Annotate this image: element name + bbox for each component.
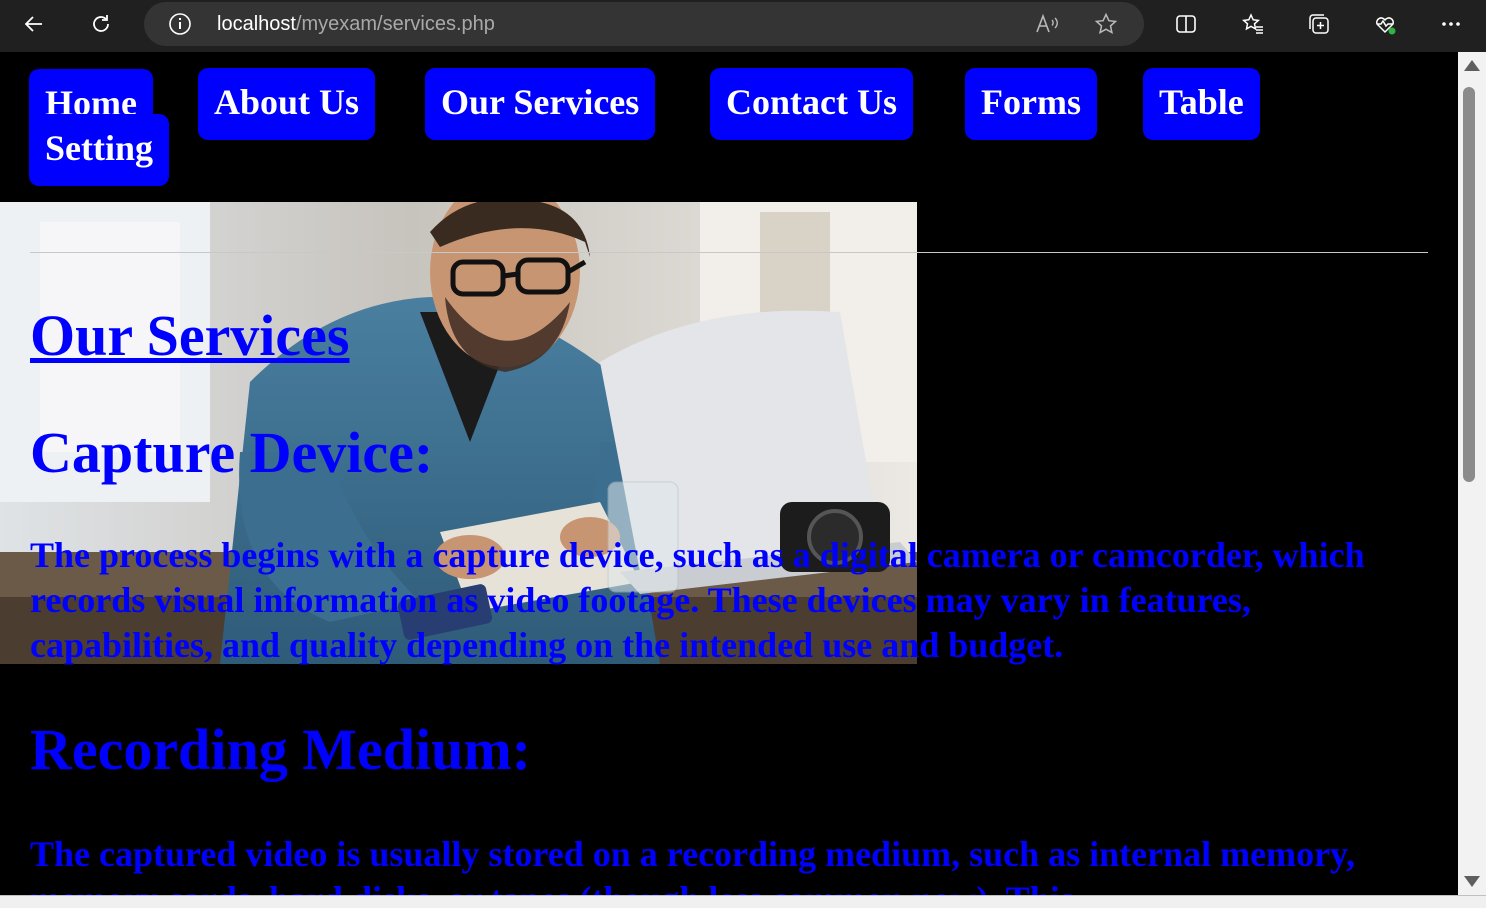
split-screen-icon[interactable] [1170,8,1202,40]
scroll-up-arrow-icon[interactable] [1464,60,1480,71]
page-title: Our Services [30,303,350,368]
browser-essentials-icon[interactable] [1369,8,1401,40]
address-bar[interactable]: localhost/myexam/services.php [144,2,1144,46]
back-arrow-icon[interactable] [18,8,50,40]
nav-about-button[interactable]: About Us [198,68,376,140]
browser-toolbar: localhost/myexam/services.php [0,0,1486,52]
nav-forms-button[interactable]: Forms [965,68,1097,140]
nav-services-button[interactable]: Our Services [425,68,656,140]
section-text-capture-device: The process begins with a capture device… [30,535,1365,665]
collections-icon[interactable] [1303,8,1335,40]
favorites-icon[interactable] [1237,8,1269,40]
nav-table-button[interactable]: Table [1143,68,1260,140]
url-text[interactable]: localhost/myexam/services.php [217,13,495,36]
scroll-down-arrow-icon[interactable] [1464,876,1480,887]
url-path: /myexam/services.php [295,13,495,35]
page-viewport: Home About Us Our Services Contact Us Fo… [0,52,1458,895]
info-icon[interactable] [168,12,192,36]
more-icon[interactable] [1435,8,1467,40]
section-heading-recording-medium: Recording Medium: [30,717,531,782]
section-heading-capture-device: Capture Device: [30,420,434,485]
refresh-icon[interactable] [85,8,117,40]
star-icon[interactable] [1094,12,1120,36]
horizontal-divider [30,252,1428,253]
section-text-recording-medium: The captured video is usually stored on … [30,834,1356,895]
nav-setting-button[interactable]: Setting [29,114,169,186]
read-aloud-icon[interactable] [1034,12,1060,36]
url-host: localhost [217,13,296,35]
status-bar [0,895,1486,908]
nav-contact-button[interactable]: Contact Us [710,68,913,140]
scrollbar-thumb[interactable] [1463,87,1475,482]
vertical-scrollbar[interactable] [1458,52,1486,895]
